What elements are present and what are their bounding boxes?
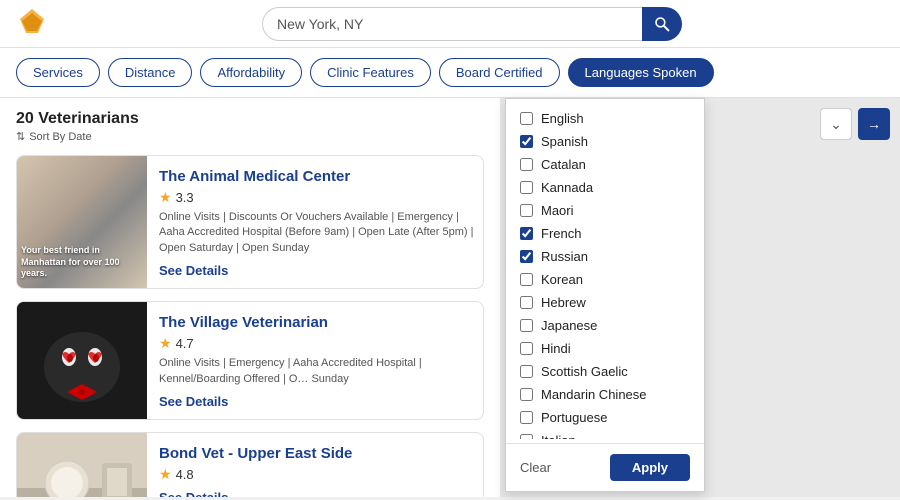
lang-checkbox-spanish[interactable] [520, 135, 533, 148]
lang-checkbox-russian[interactable] [520, 250, 533, 263]
lang-checkbox-maori[interactable] [520, 204, 533, 217]
lang-item-portuguese[interactable]: Portuguese [506, 406, 704, 429]
lang-checkbox-french[interactable] [520, 227, 533, 240]
vet-rating-2: ★ 4.8 [159, 466, 475, 483]
search-button[interactable] [642, 7, 682, 41]
lang-item-french[interactable]: French [506, 222, 704, 245]
lang-item-hindi[interactable]: Hindi [506, 337, 704, 360]
vet-image-0: Your best friend in Manhattan for over 1… [17, 156, 147, 288]
search-input[interactable] [262, 7, 642, 41]
see-details-1[interactable]: See Details [159, 394, 228, 409]
vet-rating-1: ★ 4.7 [159, 335, 475, 352]
vet-card-2: Bond Vet - Upper East Side ★ 4.8 See Det… [16, 432, 484, 497]
lang-label-korean: Korean [541, 272, 583, 287]
map-nav: ⌄ → [820, 108, 890, 140]
lang-checkbox-hindi[interactable] [520, 342, 533, 355]
pill-services[interactable]: Services [16, 58, 100, 87]
lang-checkbox-catalan[interactable] [520, 158, 533, 171]
lang-item-italian[interactable]: Italian [506, 429, 704, 439]
lang-label-maori: Maori [541, 203, 574, 218]
search-icon [654, 16, 670, 32]
lang-label-hindi: Hindi [541, 341, 571, 356]
lang-checkbox-portuguese[interactable] [520, 411, 533, 424]
vet-image-2 [17, 433, 147, 497]
lang-item-catalan[interactable]: Catalan [506, 153, 704, 176]
languages-list: English Spanish Catalan Kannada Maori French R… [506, 99, 704, 439]
vet-image-text-0: Your best friend in Manhattan for over 1… [21, 245, 147, 280]
lang-item-kannada[interactable]: Kannada [506, 176, 704, 199]
lang-checkbox-hebrew[interactable] [520, 296, 533, 309]
lang-label-japanese: Japanese [541, 318, 597, 333]
vet-card-0: Your best friend in Manhattan for over 1… [16, 155, 484, 289]
lang-label-italian: Italian [541, 433, 576, 439]
lang-checkbox-mandarin-chinese[interactable] [520, 388, 533, 401]
vet-info-2: Bond Vet - Upper East Side ★ 4.8 See Det… [159, 433, 483, 497]
lang-item-english[interactable]: English [506, 107, 704, 130]
pill-clinic-features[interactable]: Clinic Features [310, 58, 431, 87]
clear-button[interactable]: Clear [520, 460, 551, 475]
pill-affordability[interactable]: Affordability [200, 58, 302, 87]
sort-by-date[interactable]: ⇅ Sort By Date [16, 130, 484, 143]
logo [16, 5, 48, 42]
lang-checkbox-scottish-gaelic[interactable] [520, 365, 533, 378]
lang-item-japanese[interactable]: Japanese [506, 314, 704, 337]
pill-board-certified[interactable]: Board Certified [439, 58, 560, 87]
results-count: 20 Veterinarians [16, 110, 484, 128]
lang-label-english: English [541, 111, 584, 126]
see-details-2[interactable]: See Details [159, 490, 228, 497]
lang-item-hebrew[interactable]: Hebrew [506, 291, 704, 314]
apply-button[interactable]: Apply [610, 454, 690, 481]
see-details-0[interactable]: See Details [159, 263, 228, 278]
lang-item-scottish-gaelic[interactable]: Scottish Gaelic [506, 360, 704, 383]
lang-label-mandarin-chinese: Mandarin Chinese [541, 387, 647, 402]
vet-image-1 [17, 302, 147, 419]
lang-label-scottish-gaelic: Scottish Gaelic [541, 364, 628, 379]
vet-desc-0: Online Visits | Discounts Or Vouchers Av… [159, 210, 475, 256]
results-header: 20 Veterinarians ⇅ Sort By Date [16, 110, 484, 143]
lang-item-spanish[interactable]: Spanish [506, 130, 704, 153]
lang-label-catalan: Catalan [541, 157, 586, 172]
vet-info-0: The Animal Medical Center ★ 3.3 Online V… [159, 156, 483, 288]
search-bar [262, 7, 682, 41]
lang-label-russian: Russian [541, 249, 588, 264]
pill-distance[interactable]: Distance [108, 58, 193, 87]
languages-dropdown: English Spanish Catalan Kannada Maori French R… [505, 98, 705, 492]
lang-label-portuguese: Portuguese [541, 410, 608, 425]
lang-item-mandarin-chinese[interactable]: Mandarin Chinese [506, 383, 704, 406]
lang-checkbox-korean[interactable] [520, 273, 533, 286]
lang-label-hebrew: Hebrew [541, 295, 586, 310]
results-panel: 20 Veterinarians ⇅ Sort By Date Your bes… [0, 98, 500, 497]
lang-label-kannada: Kannada [541, 180, 593, 195]
vet-name-0[interactable]: The Animal Medical Center [159, 168, 475, 185]
lang-checkbox-english[interactable] [520, 112, 533, 125]
lang-label-french: French [541, 226, 581, 241]
lang-checkbox-kannada[interactable] [520, 181, 533, 194]
dropdown-footer: Clear Apply [506, 443, 704, 491]
vet-name-1[interactable]: The Village Veterinarian [159, 314, 475, 331]
lang-label-spanish: Spanish [541, 134, 588, 149]
lang-item-maori[interactable]: Maori [506, 199, 704, 222]
star-icon-2: ★ [159, 466, 172, 483]
main-content: 20 Veterinarians ⇅ Sort By Date Your bes… [0, 98, 900, 497]
lang-item-russian[interactable]: Russian [506, 245, 704, 268]
vet-name-2[interactable]: Bond Vet - Upper East Side [159, 445, 475, 462]
vet-card-1: The Village Veterinarian ★ 4.7 Online Vi… [16, 301, 484, 420]
vet-info-1: The Village Veterinarian ★ 4.7 Online Vi… [159, 302, 483, 419]
pill-languages-spoken[interactable]: Languages Spoken [568, 58, 714, 87]
lang-checkbox-japanese[interactable] [520, 319, 533, 332]
header [0, 0, 900, 48]
map-nav-next[interactable]: → [858, 108, 890, 140]
lang-item-korean[interactable]: Korean [506, 268, 704, 291]
lang-checkbox-italian[interactable] [520, 434, 533, 439]
map-nav-prev[interactable]: ⌄ [820, 108, 852, 140]
star-icon-0: ★ [159, 189, 172, 206]
star-icon-1: ★ [159, 335, 172, 352]
nav-bar: Services Distance Affordability Clinic F… [0, 48, 900, 98]
vet-desc-1: Online Visits | Emergency | Aaha Accredi… [159, 356, 475, 387]
vet-rating-0: ★ 3.3 [159, 189, 475, 206]
